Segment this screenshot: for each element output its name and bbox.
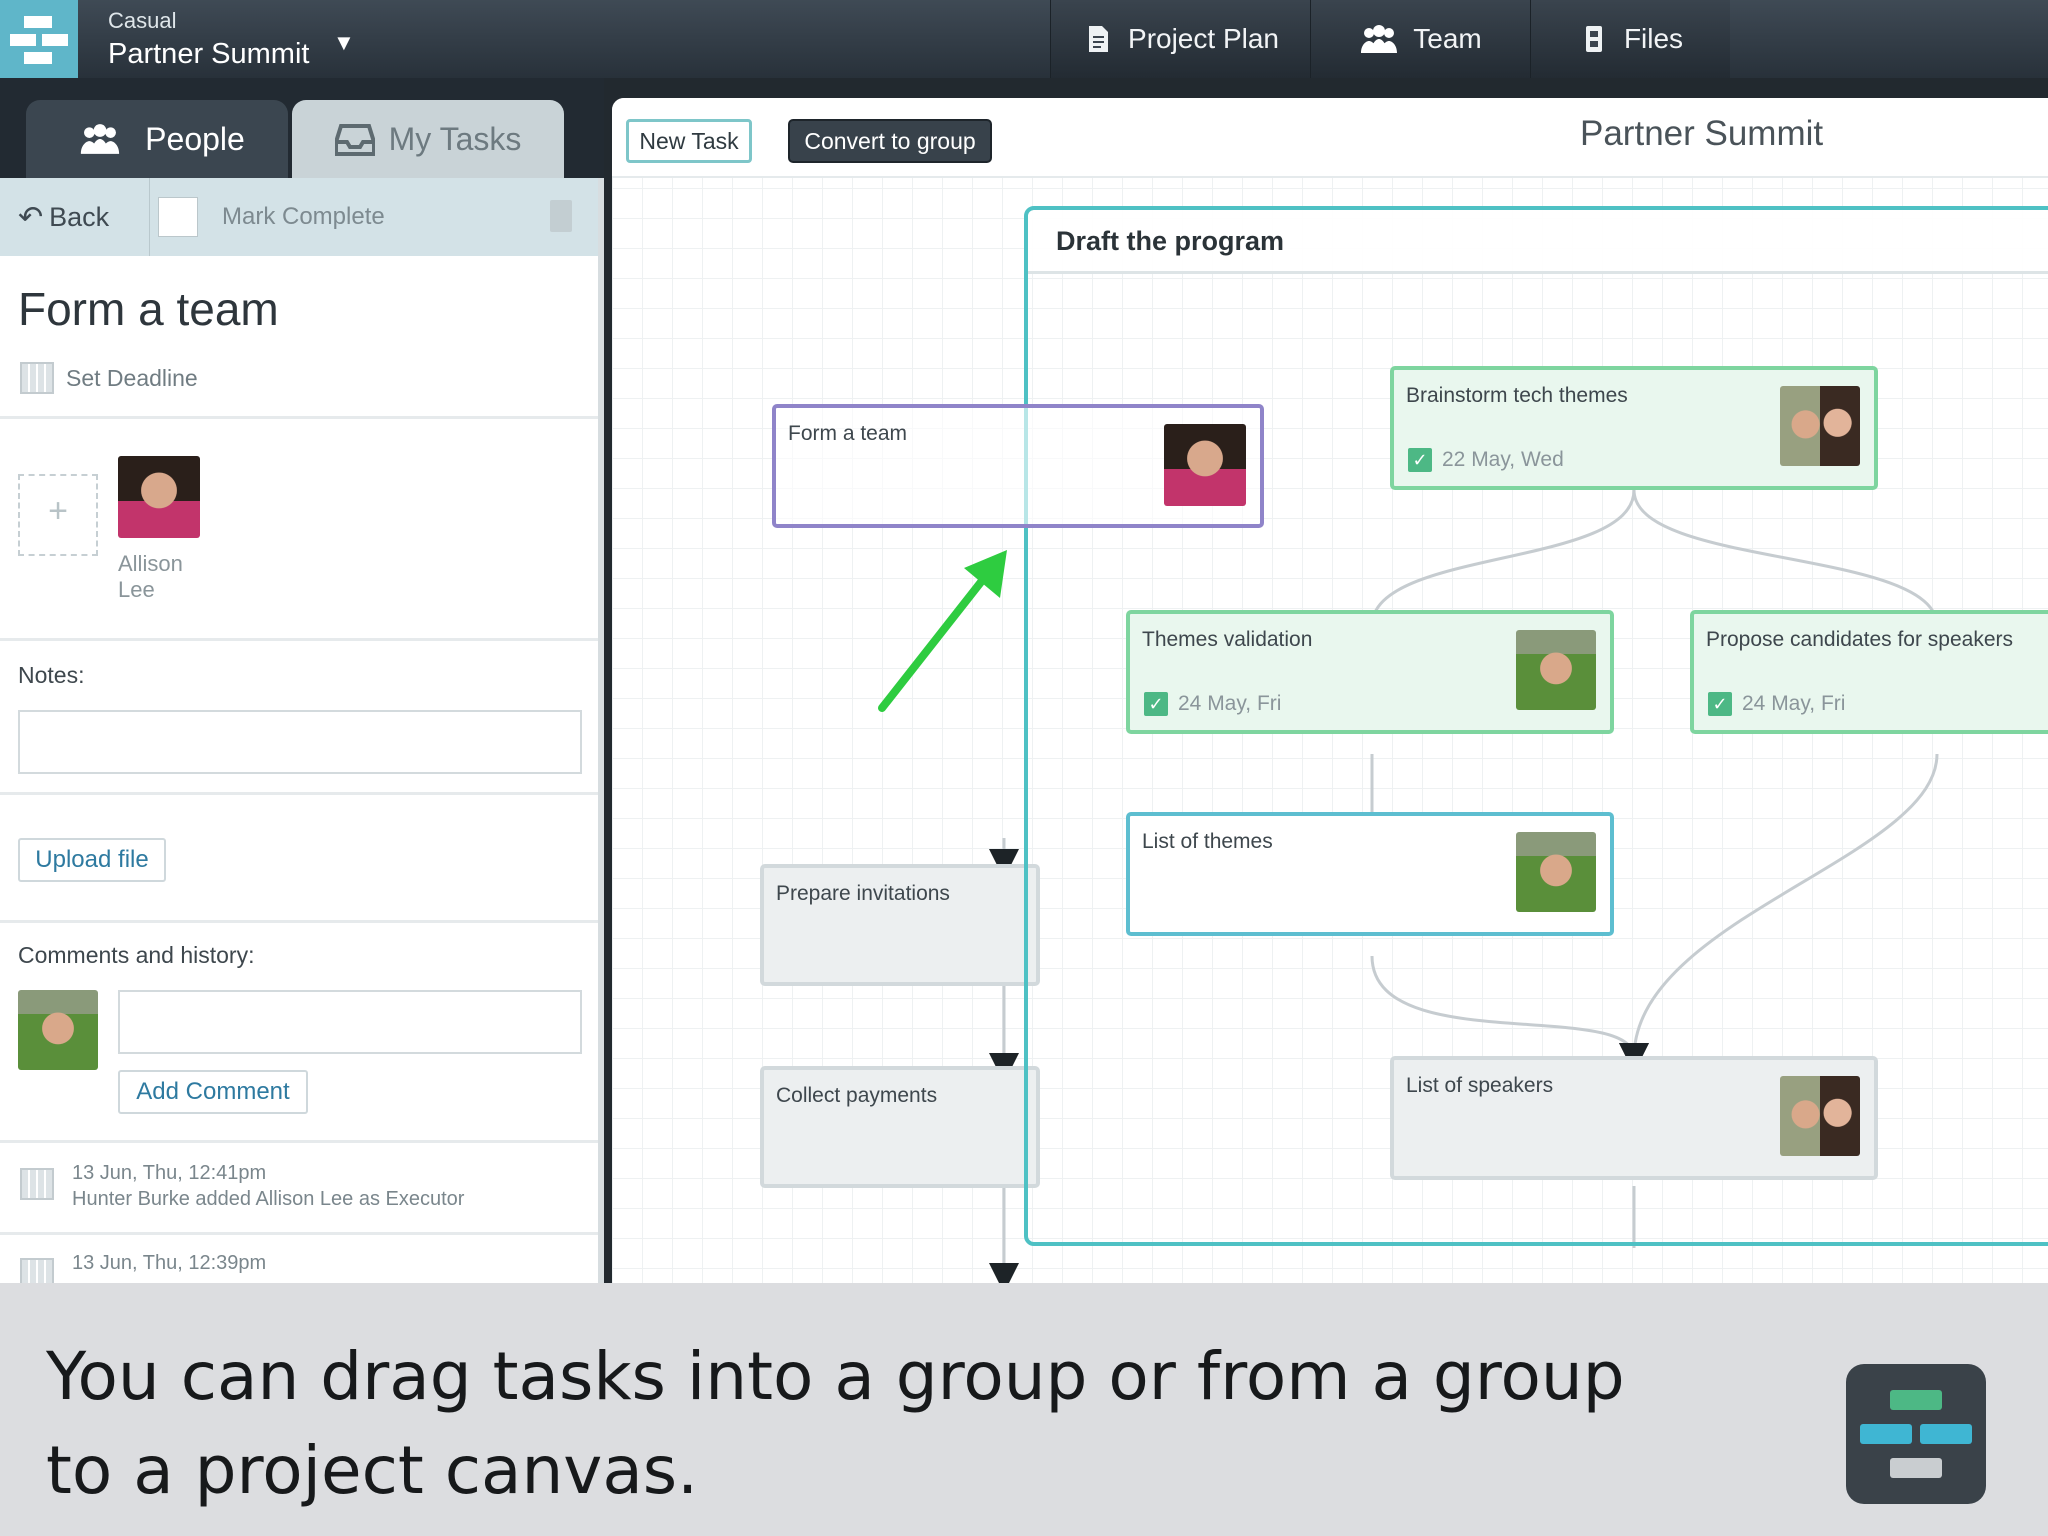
divider: [0, 920, 598, 923]
history-time: 13 Jun, Thu, 12:41pm: [72, 1162, 267, 1184]
add-comment-button[interactable]: Add Comment: [118, 1070, 308, 1114]
project-category: Casual: [108, 8, 177, 33]
comments-label: Comments and history:: [18, 942, 255, 968]
task-toolbar: ↶ Back Mark Complete: [0, 178, 598, 256]
mark-complete-checkbox[interactable]: [158, 197, 198, 237]
divider: [0, 638, 598, 641]
executor-first-name: Allison: [118, 551, 183, 576]
calendar-icon: [20, 362, 54, 394]
inbox-icon: [334, 124, 375, 156]
set-deadline-label: Set Deadline: [66, 364, 198, 391]
history-time: 13 Jun, Thu, 12:39pm: [72, 1252, 267, 1274]
calendar-icon: [20, 1258, 54, 1283]
tab-my-tasks[interactable]: My Tasks: [292, 100, 564, 178]
caption-line-1: You can drag tasks into a group or from …: [46, 1338, 1625, 1415]
executor-name: Allison Lee: [118, 551, 183, 603]
caption-line-2: to a project canvas.: [46, 1432, 699, 1509]
document-icon: [1089, 26, 1109, 52]
nav-label: Project Plan: [1128, 23, 1279, 54]
trash-icon[interactable]: [550, 200, 572, 232]
tab-label: My Tasks: [388, 120, 522, 157]
slide-caption: You can drag tasks into a group or from …: [46, 1330, 1625, 1518]
nav-label: Team: [1413, 23, 1482, 54]
comment-input[interactable]: [118, 990, 582, 1054]
nav-team[interactable]: Team: [1310, 0, 1530, 78]
nav-files[interactable]: Files: [1530, 0, 1730, 78]
back-label: Back: [49, 201, 110, 232]
executor-last-name: Lee: [118, 577, 155, 602]
chevron-down-icon[interactable]: ▼: [333, 30, 355, 56]
divider: [0, 1140, 598, 1143]
notes-label: Notes:: [18, 662, 85, 688]
set-deadline-link[interactable]: Set Deadline: [20, 362, 198, 394]
nav-label: Files: [1623, 23, 1684, 54]
avatar: [18, 990, 98, 1070]
app-window: Casual Partner Summit ▼ Project Plan Tea…: [0, 0, 2048, 1283]
divider: [0, 792, 598, 795]
notes-input[interactable]: [18, 710, 582, 774]
nav-project-plan[interactable]: Project Plan: [1050, 0, 1310, 78]
mark-complete-label[interactable]: Mark Complete: [222, 203, 385, 231]
tab-label: People: [145, 120, 245, 157]
history-text: Hunter Burke added Allison Lee as Execut…: [72, 1188, 465, 1210]
brand-logo-icon: [1846, 1364, 1986, 1504]
project-switcher[interactable]: Casual Partner Summit: [108, 8, 309, 71]
team-icon: [1361, 25, 1398, 53]
team-icon: [81, 124, 120, 154]
divider: [0, 416, 598, 419]
project-canvas[interactable]: New Task Convert to group Partner Summit: [612, 98, 2048, 1283]
history-item: 13 Jun, Thu, 12:39pm: [72, 1250, 266, 1276]
canvas-area: New Task Convert to group Partner Summit: [604, 78, 2048, 1283]
project-name: Partner Summit: [108, 38, 310, 70]
back-button[interactable]: ↶ Back: [18, 178, 150, 256]
back-arrow-icon: ↶: [18, 200, 44, 234]
app-logo-icon[interactable]: [0, 0, 78, 78]
left-panel-tabs: People My Tasks: [0, 78, 604, 178]
drag-arrow-icon: [878, 550, 1007, 712]
avatar[interactable]: [118, 456, 200, 538]
top-bar: Casual Partner Summit ▼ Project Plan Tea…: [0, 0, 2048, 78]
tab-people[interactable]: People: [26, 100, 288, 178]
task-title[interactable]: Form a team: [18, 282, 279, 336]
history-item: 13 Jun, Thu, 12:41pm Hunter Burke added …: [72, 1160, 464, 1212]
add-executor-button[interactable]: +: [18, 474, 98, 556]
files-icon: [1585, 26, 1602, 52]
upload-file-button[interactable]: Upload file: [18, 838, 166, 882]
calendar-icon: [20, 1168, 54, 1200]
divider: [0, 1232, 598, 1235]
task-detail-panel: ↶ Back Mark Complete Form a team Set Dea…: [0, 178, 604, 1283]
